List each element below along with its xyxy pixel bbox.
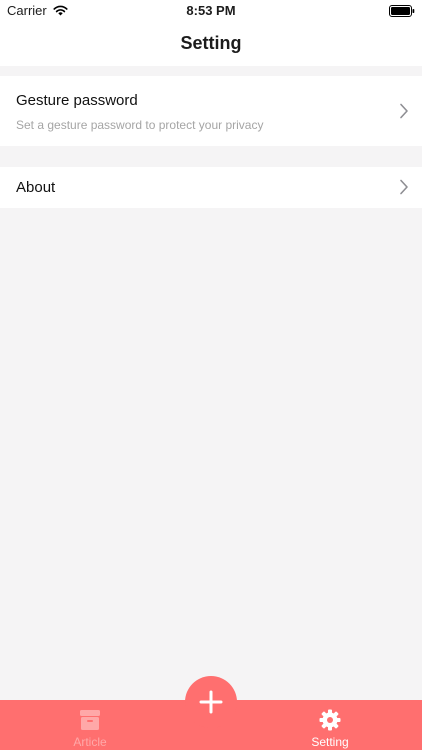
about-title: About (16, 179, 56, 196)
navigation-bar: Setting (0, 22, 422, 66)
status-bar: Carrier 8:53 PM (0, 0, 422, 22)
archive-box-icon (80, 710, 100, 730)
tab-article-label: Article (73, 735, 107, 749)
battery-icon (389, 5, 415, 17)
gesture-password-subtitle: Set a gesture password to protect your p… (16, 118, 264, 132)
tab-setting[interactable]: Setting (270, 700, 390, 750)
chevron-right-icon (400, 179, 408, 195)
page-title: Setting (180, 33, 242, 53)
status-time: 8:53 PM (186, 3, 236, 18)
about-row[interactable]: About (0, 167, 422, 208)
add-article-button[interactable] (185, 676, 237, 728)
chevron-right-icon (400, 103, 408, 119)
tab-article[interactable]: Article (30, 700, 150, 750)
tab-setting-label: Setting (311, 735, 349, 749)
gesture-password-row[interactable]: Gesture password Set a gesture password … (0, 76, 422, 146)
gear-icon (319, 709, 341, 731)
gesture-password-title: Gesture password (16, 92, 138, 109)
plus-icon (199, 690, 223, 714)
